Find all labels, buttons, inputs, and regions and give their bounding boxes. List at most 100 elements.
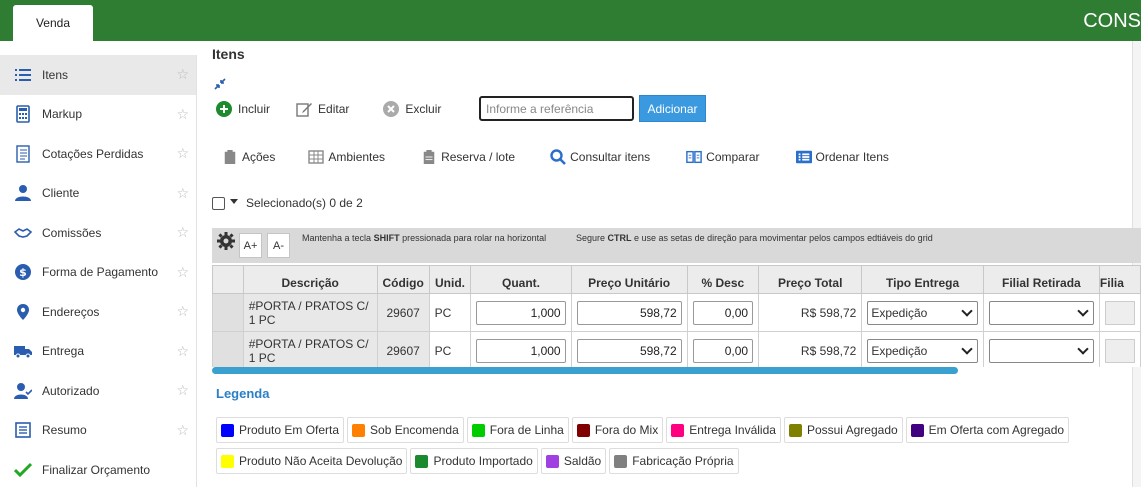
table-row[interactable]: #PORTA / PRATOS C/ 1 PC 29607 PC R$ 598,… (212, 331, 1141, 367)
page-title: Itens (212, 46, 245, 62)
legend-swatch (788, 423, 802, 437)
editar-label: Editar (318, 102, 350, 116)
legend-swatch (471, 423, 485, 437)
incluir-button[interactable]: Incluir (216, 101, 270, 117)
actions-toolbar: Ações Ambientes Reserva / lote Consultar… (222, 145, 889, 169)
legend-item: Possui Agregado (783, 417, 903, 443)
unit-price-input[interactable] (576, 300, 682, 325)
map-pin-icon (13, 302, 33, 322)
star-icon[interactable]: ☆ (176, 264, 189, 281)
close-circle-icon (383, 101, 400, 117)
column-header[interactable]: Descrição (242, 265, 378, 294)
table-row[interactable]: #PORTA / PRATOS C/ 1 PC 29607 PC R$ 598,… (212, 293, 1141, 332)
collapse-icon[interactable] (213, 77, 227, 91)
star-icon[interactable]: ☆ (176, 422, 189, 439)
sidebar-item-itens[interactable]: Itens ☆ (0, 55, 196, 95)
unit-price-input[interactable] (576, 338, 682, 363)
column-header[interactable]: Filial Retirada (982, 265, 1100, 294)
star-icon[interactable]: ☆ (176, 303, 189, 320)
caret-down-icon[interactable] (230, 198, 238, 204)
column-header[interactable]: % Desc (686, 265, 760, 294)
editar-button[interactable]: Editar (296, 101, 349, 117)
reserva-lote-button[interactable]: Reserva / lote (421, 149, 515, 165)
column-header[interactable]: Tipo Entrega (861, 265, 984, 294)
row-select-cell[interactable] (212, 331, 244, 367)
star-icon[interactable]: ☆ (176, 343, 189, 360)
star-icon[interactable]: ☆ (176, 382, 189, 399)
grid-icon (308, 149, 325, 165)
filial-retirada-select[interactable] (988, 338, 1094, 363)
font-decrease-button[interactable]: A- (267, 233, 290, 258)
sidebar-item-label: Forma de Pagamento (42, 265, 159, 280)
quant-cell (470, 293, 572, 332)
discount-input[interactable] (692, 300, 754, 325)
top-bar: Venda CONS (0, 0, 1141, 41)
calculator-icon (13, 104, 33, 124)
sidebar-item-enderecos[interactable]: Endereços ☆ (0, 292, 196, 332)
column-header[interactable]: Unid. (428, 265, 472, 294)
sidebar-item-comissoes[interactable]: Comissões ☆ (0, 213, 196, 253)
star-icon[interactable]: ☆ (176, 106, 189, 123)
grid-toolbar: A+ A- Mantenha a tecla SHIFT pressionada… (212, 228, 1141, 263)
column-header[interactable]: Quant. (470, 265, 572, 294)
excluir-button[interactable]: Excluir (383, 101, 441, 117)
sidebar-item-resumo[interactable]: Resumo ☆ (0, 411, 196, 451)
desc-cell (686, 331, 760, 367)
sidebar-item-forma-pagamento[interactable]: $ Forma de Pagamento ☆ (0, 253, 196, 293)
sidebar-item-cotacoes-perdidas[interactable]: Cotações Perdidas ☆ (0, 134, 196, 174)
preco-total-cell: R$ 598,72 (758, 331, 863, 367)
comparar-button[interactable]: Comparar (686, 149, 760, 165)
sidebar-item-autorizado[interactable]: Autorizado ☆ (0, 371, 196, 411)
sidebar-item-entrega[interactable]: Entrega ☆ (0, 332, 196, 372)
sidebar-item-label: Autorizado (42, 383, 100, 398)
legend-swatch (352, 423, 366, 437)
tipo-entrega-cell: Expedição (861, 331, 984, 367)
legend-swatch (576, 423, 590, 437)
tipo-entrega-select[interactable]: Expedição (867, 338, 978, 363)
legend-item: Produto Não Aceita Devolução (216, 448, 408, 474)
comparar-label: Comparar (706, 150, 760, 164)
ambientes-button[interactable]: Ambientes (308, 149, 385, 165)
discount-input[interactable] (692, 338, 754, 363)
column-header[interactable]: Filia (1098, 265, 1141, 294)
list-icon (13, 65, 33, 85)
font-increase-button[interactable]: A+ (239, 233, 262, 258)
column-header[interactable]: Preço Total (758, 265, 863, 294)
sidebar-item-markup[interactable]: Markup ☆ (0, 95, 196, 135)
sidebar-item-cliente[interactable]: Cliente ☆ (0, 174, 196, 214)
page-scrollbar[interactable] (1132, 41, 1141, 487)
filial-retirada-select[interactable] (988, 300, 1094, 325)
star-icon[interactable]: ☆ (176, 185, 189, 202)
edit-icon (296, 101, 313, 117)
acoes-button[interactable]: Ações (222, 149, 275, 165)
consultar-itens-button[interactable]: Consultar itens (550, 149, 650, 165)
handshake-icon (13, 223, 33, 243)
quantity-input[interactable] (476, 338, 566, 363)
select-all-checkbox[interactable] (212, 196, 225, 210)
grid-horizontal-scrollbar[interactable] (212, 367, 958, 374)
star-icon[interactable]: ☆ (176, 224, 189, 241)
tipo-entrega-select[interactable]: Expedição (867, 300, 978, 325)
star-icon[interactable]: ☆ (176, 145, 189, 162)
user-icon (13, 183, 33, 203)
truck-icon (13, 341, 33, 361)
legend-title: Legenda (216, 386, 270, 401)
sidebar-item-finalizar-orcamento[interactable]: Finalizar Orçamento (0, 450, 196, 487)
ordenar-itens-button[interactable]: Ordenar Itens (795, 149, 889, 165)
chevron-down-icon (961, 304, 973, 317)
legend-item: Fora de Linha (466, 417, 569, 443)
referencia-input[interactable] (479, 96, 634, 121)
ordenar-itens-label: Ordenar Itens (815, 150, 889, 164)
shift-hint: Mantenha a tecla SHIFT pressionada para … (302, 233, 547, 243)
star-icon[interactable]: ☆ (176, 66, 189, 83)
column-header[interactable]: Código (376, 265, 430, 294)
tab-venda[interactable]: Venda (13, 5, 93, 41)
quantity-input[interactable] (476, 300, 566, 325)
column-header[interactable]: Preço Unitário (570, 265, 688, 294)
descricao-cell: #PORTA / PRATOS C/ 1 PC (242, 331, 378, 367)
adicionar-button[interactable]: Adicionar (639, 95, 706, 122)
sort-list-icon (795, 149, 812, 165)
selection-count: Selecionado(s) 0 de 2 (246, 196, 363, 210)
gear-icon[interactable] (216, 231, 236, 251)
row-select-cell[interactable] (212, 293, 244, 332)
